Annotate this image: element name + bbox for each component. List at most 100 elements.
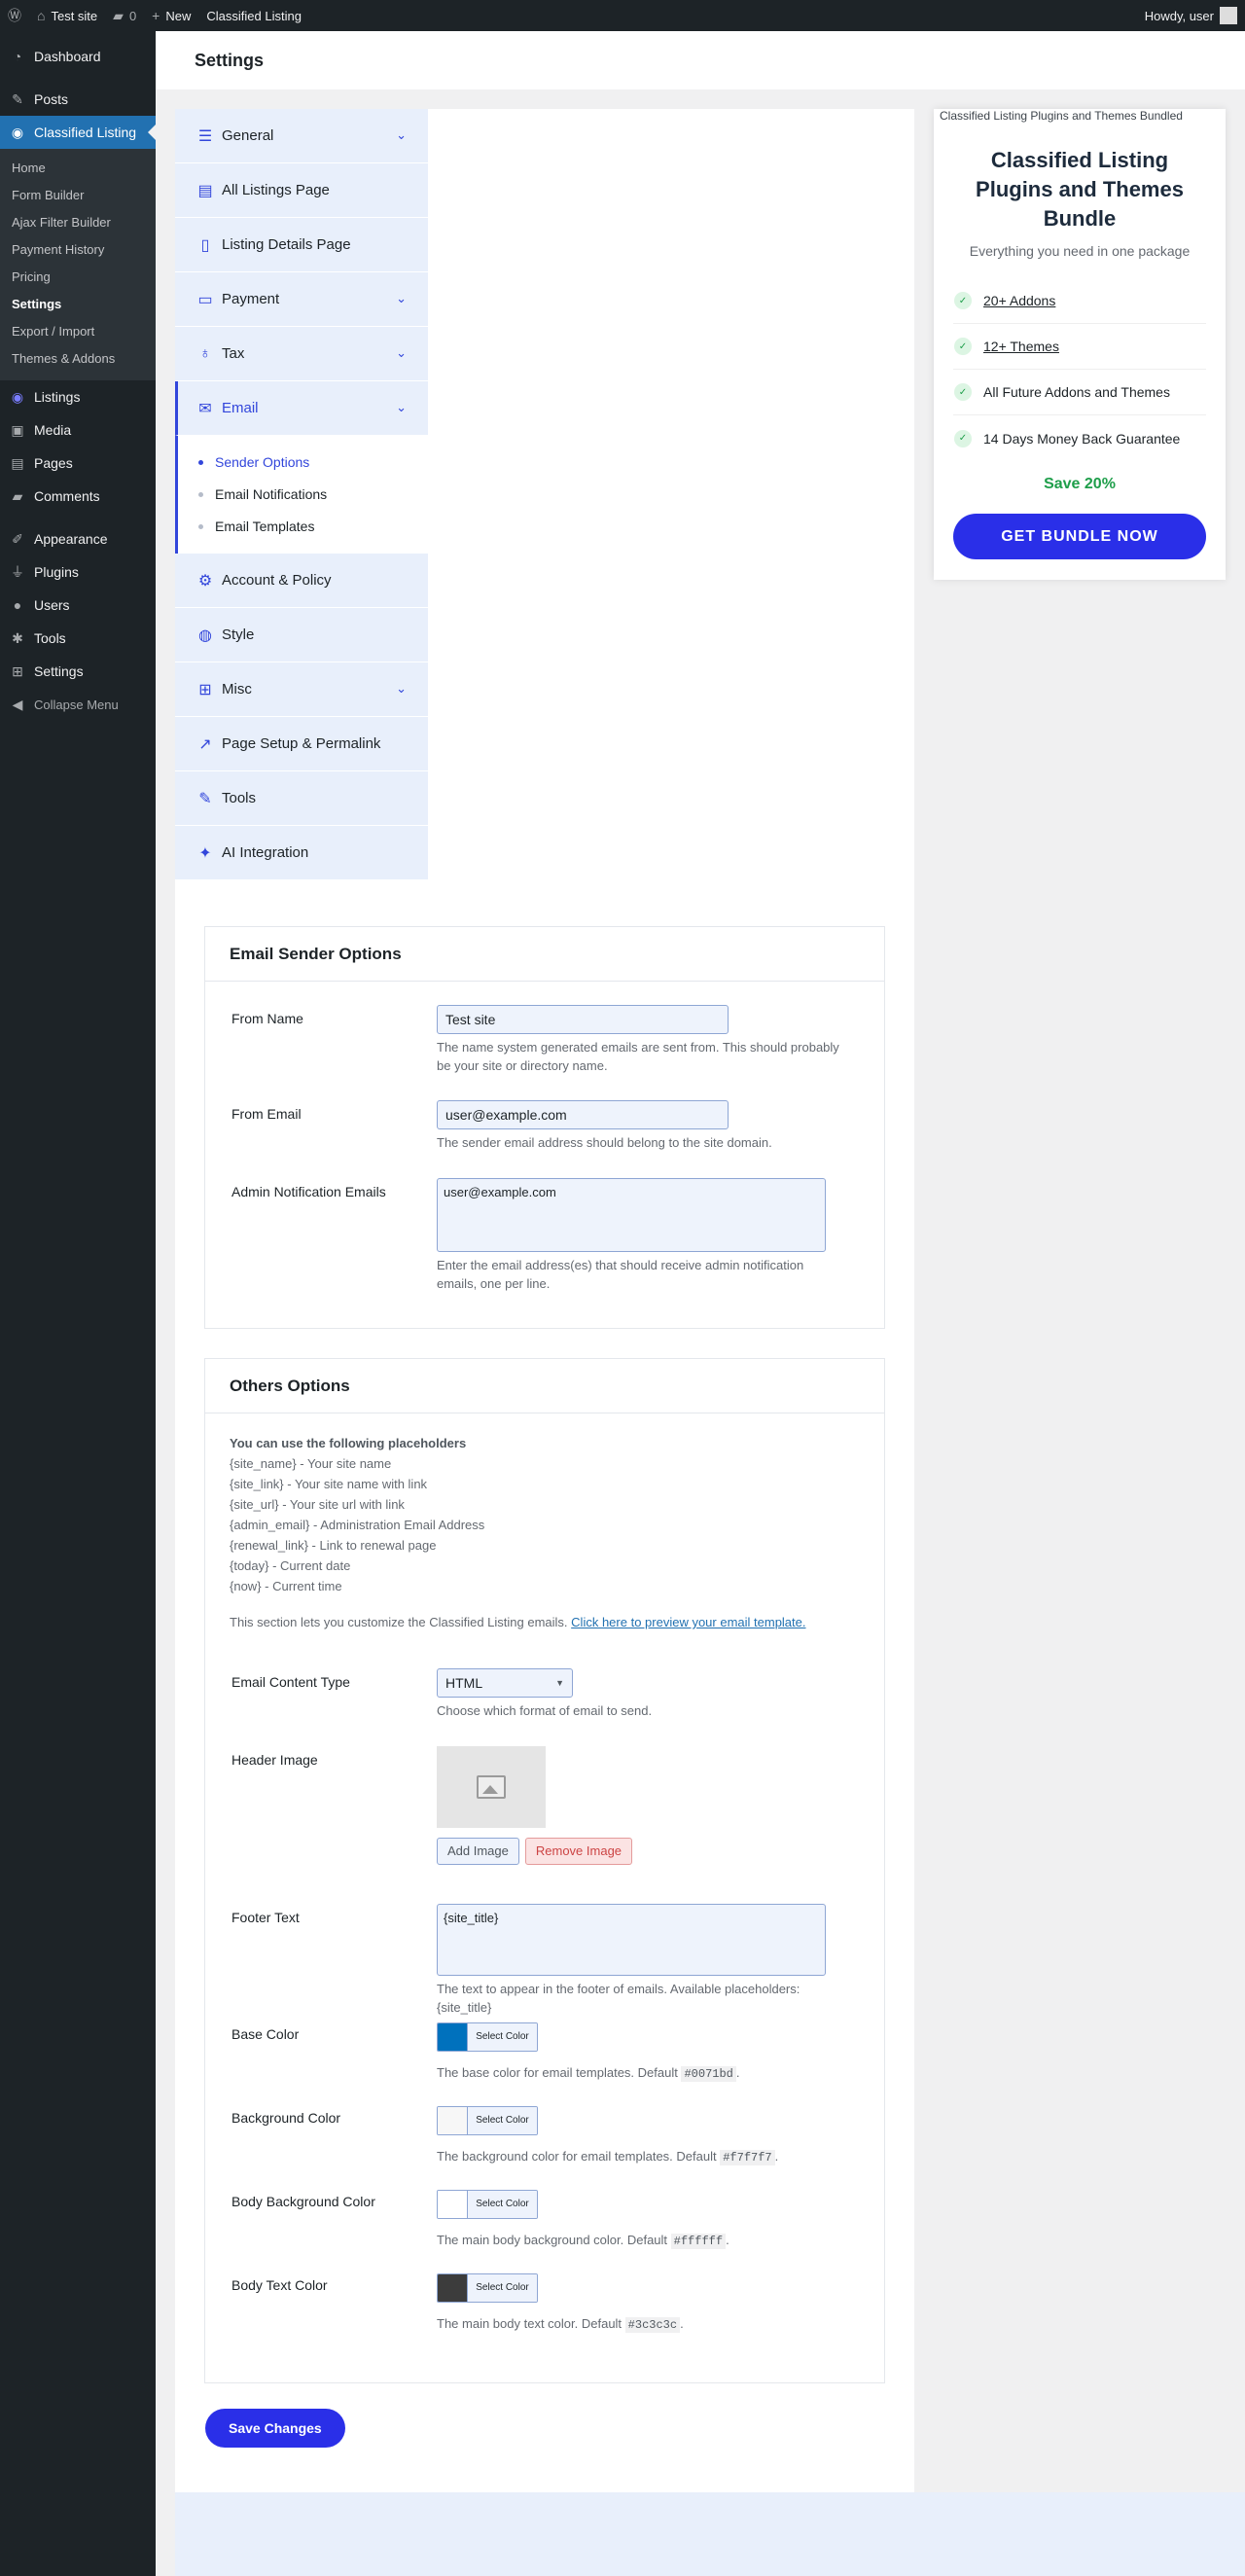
submenu-export-import[interactable]: Export / Import	[0, 318, 156, 345]
tab-account-policy[interactable]: ⚙ Account & Policy	[175, 554, 428, 608]
check-icon: ✓	[954, 429, 972, 447]
menu-pages[interactable]: ▤ Pages	[0, 447, 156, 480]
chevron-down-icon: ⌄	[396, 127, 407, 142]
add-image-button[interactable]: Add Image	[437, 1838, 519, 1865]
base-color-field-wrap: Select Color The base color for email te…	[437, 2022, 845, 2084]
admin-emails-textarea[interactable]: user@example.com	[437, 1178, 826, 1252]
comments-icon: ▰	[12, 487, 23, 504]
subtab-sender-options[interactable]: Sender Options	[178, 446, 428, 478]
body-text-color-label: Body Text Color	[231, 2277, 328, 2293]
image-placeholder-icon	[477, 1775, 506, 1799]
grid-icon: ⊞	[198, 681, 212, 698]
menu-appearance[interactable]: ✐ Appearance	[0, 522, 156, 555]
save-changes-button[interactable]: Save Changes	[205, 2409, 345, 2448]
menu-users[interactable]: ● Users	[0, 589, 156, 622]
tab-misc[interactable]: ⊞ Misc ⌄	[175, 662, 428, 717]
page-header: Settings	[156, 31, 1245, 89]
site-name-link[interactable]: ⌂ Test site	[29, 0, 105, 31]
menu-dashboard[interactable]: ◔ Dashboard	[0, 40, 156, 73]
preview-template-link[interactable]: Click here to preview your email templat…	[571, 1615, 805, 1629]
menu-classified-listing[interactable]: ◉ Classified Listing	[0, 116, 156, 149]
feature-link[interactable]: 20+ Addons	[983, 293, 1055, 308]
chevron-down-icon: ⌄	[396, 291, 407, 305]
listings-icon: ◉	[11, 388, 24, 405]
from-email-input[interactable]: user@example.com	[437, 1100, 729, 1129]
tab-style[interactable]: ◍ Style	[175, 608, 428, 662]
default-color-code: #3c3c3c	[624, 2317, 681, 2333]
content-type-select[interactable]: HTML ▼	[437, 1668, 573, 1698]
chevron-down-icon: ⌄	[396, 400, 407, 414]
promo-feature: ✓ 12+ Themes	[953, 324, 1206, 370]
placeholder-item: {now} - Current time	[230, 1579, 342, 1593]
comments-link[interactable]: ▰ 0	[105, 0, 144, 31]
footer-text-desc: The text to appear in the footer of emai…	[437, 1982, 800, 2015]
appearance-icon: ✐	[12, 530, 23, 547]
header-image-preview	[437, 1746, 546, 1828]
submenu-ajax-filter-builder[interactable]: Ajax Filter Builder	[0, 209, 156, 236]
get-bundle-button[interactable]: GET BUNDLE NOW	[953, 514, 1206, 559]
from-name-desc: The name system generated emails are sen…	[437, 1040, 839, 1073]
remove-image-button[interactable]: Remove Image	[524, 1838, 633, 1865]
background-color-picker[interactable]: Select Color	[437, 2106, 538, 2135]
classified-listing-link[interactable]: Classified Listing	[198, 0, 309, 31]
tab-ai-integration[interactable]: ✦ AI Integration	[175, 826, 428, 880]
submenu-home[interactable]: Home	[0, 155, 156, 182]
tab-tools[interactable]: ✎ Tools	[175, 771, 428, 826]
menu-settings[interactable]: ⊞ Settings	[0, 655, 156, 688]
menu-listings[interactable]: ◉ Listings	[0, 380, 156, 413]
plus-icon: +	[152, 8, 160, 23]
submenu-settings[interactable]: Settings	[0, 291, 156, 318]
menu-plugins[interactable]: ⏚ Plugins	[0, 555, 156, 589]
submenu-themes-addons[interactable]: Themes & Addons	[0, 345, 156, 373]
subtab-email-notifications[interactable]: Email Notifications	[178, 478, 428, 510]
placeholders-heading: You can use the following placeholders	[230, 1436, 467, 1450]
pin-icon: ✎	[12, 90, 23, 107]
footer-text-textarea[interactable]: {site_title}	[437, 1904, 826, 1976]
tab-email[interactable]: ✉ Email ⌄	[175, 381, 428, 436]
classified-submenu: Home Form Builder Ajax Filter Builder Pa…	[0, 149, 156, 380]
placeholder-item: {today} - Current date	[230, 1558, 351, 1573]
account-menu[interactable]: Howdy, user	[1145, 7, 1245, 24]
menu-media[interactable]: ▣ Media	[0, 413, 156, 447]
body-background-color-picker[interactable]: Select Color	[437, 2190, 538, 2219]
footer-text-field-wrap: {site_title} The text to appear in the f…	[437, 1904, 845, 2017]
submenu-pricing[interactable]: Pricing	[0, 264, 156, 291]
from-name-input[interactable]: Test site	[437, 1005, 729, 1034]
admin-emails-field-wrap: user@example.com Enter the email address…	[437, 1178, 845, 1293]
header-image-field-wrap: Add Image Remove Image	[437, 1746, 638, 1865]
footer-text-label: Footer Text	[231, 1910, 300, 1925]
submenu-form-builder[interactable]: Form Builder	[0, 182, 156, 209]
base-color-picker[interactable]: Select Color	[437, 2022, 538, 2052]
submenu-payment-history[interactable]: Payment History	[0, 236, 156, 264]
comment-icon: ▰	[113, 7, 124, 23]
tab-listing-details-page[interactable]: ▯ Listing Details Page	[175, 218, 428, 272]
tab-page-setup-permalink[interactable]: ↗ Page Setup & Permalink	[175, 717, 428, 771]
tab-tax[interactable]: ♁ Tax ⌄	[175, 327, 428, 381]
from-email-desc: The sender email address should belong t…	[437, 1135, 772, 1150]
promo-save-text: Save 20%	[1044, 476, 1116, 492]
menu-posts[interactable]: ✎ Posts	[0, 83, 156, 116]
tab-all-listings-page[interactable]: ▤ All Listings Page	[175, 163, 428, 218]
color-swatch	[438, 2274, 467, 2302]
placeholder-item: {site_name} - Your site name	[230, 1456, 392, 1471]
wp-logo[interactable]: Ⓦ	[0, 0, 29, 31]
money-bag-icon: ♁	[199, 344, 211, 362]
check-icon: ✓	[954, 338, 972, 355]
plugins-icon: ⏚	[11, 564, 24, 580]
menu-comments[interactable]: ▰ Comments	[0, 480, 156, 513]
base-color-label: Base Color	[231, 2026, 300, 2042]
collapse-menu[interactable]: ◀ Collapse Menu	[0, 688, 156, 721]
feature-link[interactable]: 12+ Themes	[983, 339, 1059, 354]
body-text-color-picker[interactable]: Select Color	[437, 2273, 538, 2303]
background-color-desc: The background color for email templates…	[437, 2149, 779, 2165]
tab-general[interactable]: ☰ General ⌄	[175, 109, 428, 163]
wordpress-icon: Ⓦ	[8, 8, 21, 23]
content-type-desc: Choose which format of email to send.	[437, 1703, 653, 1718]
admin-bar: Ⓦ ⌂ Test site ▰ 0 + New Classified Listing …	[0, 0, 1245, 31]
tab-payment[interactable]: ▭ Payment ⌄	[175, 272, 428, 327]
menu-tools[interactable]: ✱ Tools	[0, 622, 156, 655]
new-content-link[interactable]: + New	[144, 0, 198, 31]
intro-text: This section lets you customize the Clas…	[230, 1615, 806, 1629]
subtab-email-templates[interactable]: Email Templates	[178, 510, 428, 542]
color-swatch	[438, 2107, 467, 2134]
